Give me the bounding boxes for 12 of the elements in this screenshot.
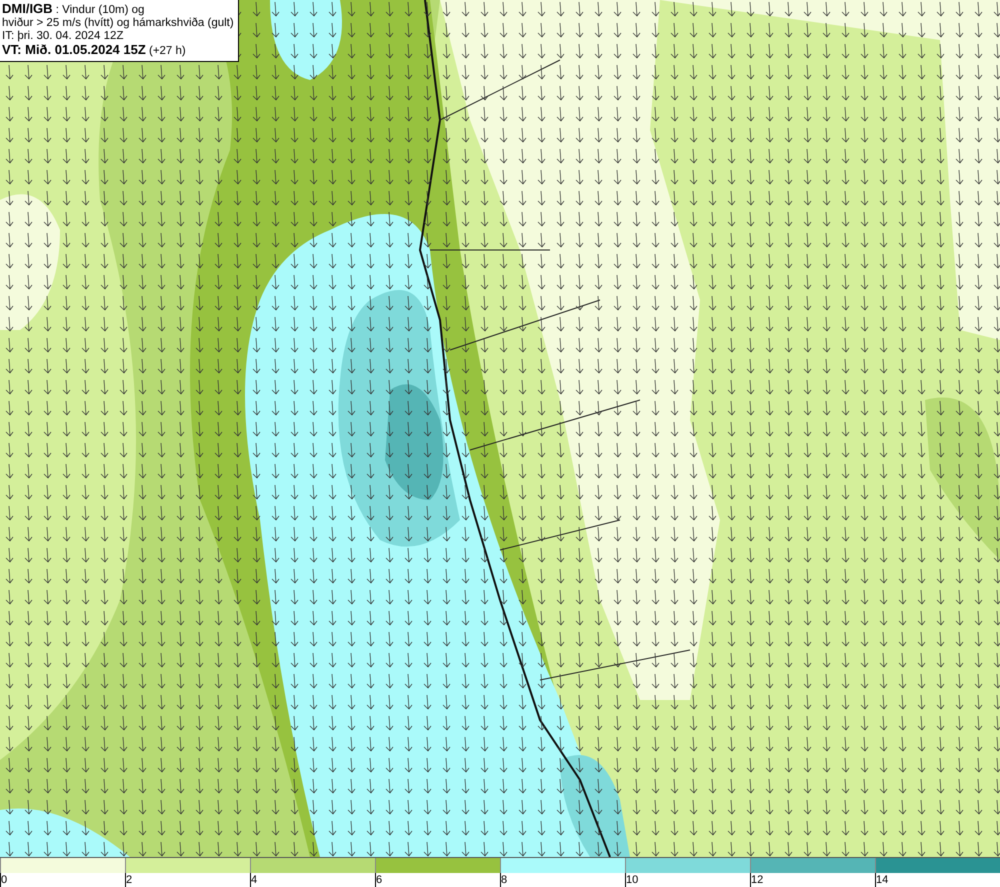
legend-label: 4 <box>251 873 258 887</box>
legend-label: 8 <box>501 873 508 887</box>
title-line: IT: þri. 30. 04. 2024 12Z <box>2 30 124 43</box>
legend-label: 0 <box>1 873 8 887</box>
legend-label: 2 <box>126 873 132 887</box>
legend-label: 12 <box>751 873 764 887</box>
legend-label: 14 <box>876 873 888 887</box>
legend-label: 10 <box>626 873 638 887</box>
title-line: hviður > 25 m/s (hvítt) og hámarkshviða (gult) <box>2 17 234 30</box>
title-line: DMI/IGB : Vindur (10m) og <box>2 2 146 17</box>
title-line: VT: Mið. 01.05.2024 15Z (+27 h) <box>2 43 187 58</box>
legend-label: 6 <box>376 873 382 887</box>
